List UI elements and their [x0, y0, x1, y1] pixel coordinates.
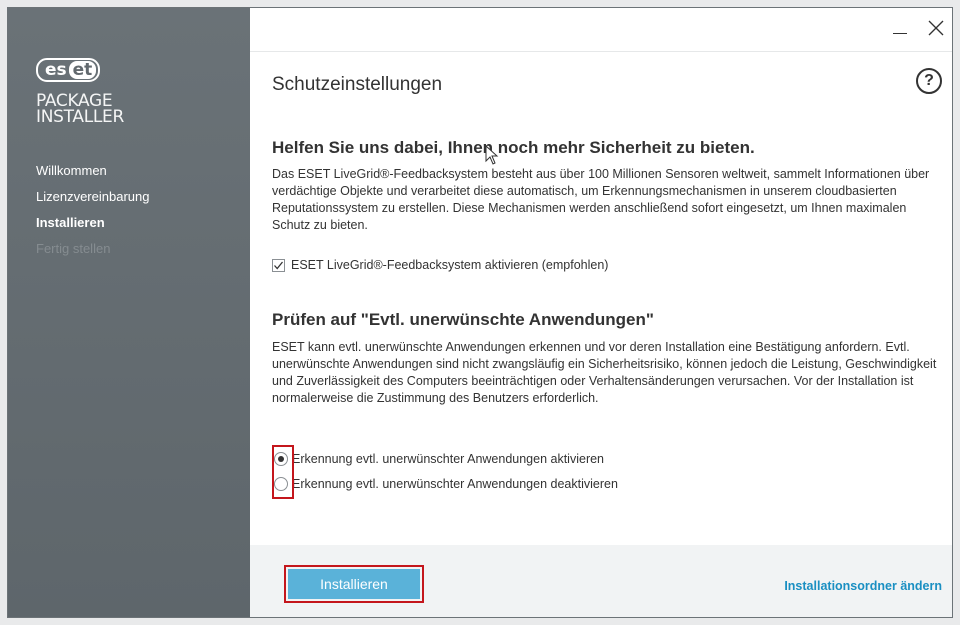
screen-background: es et PACKAGE INSTALLER Willkommen Lizen… — [0, 0, 960, 625]
titlebar-divider — [250, 51, 952, 52]
radio-highlight-box — [272, 445, 294, 499]
product-name-line2: INSTALLER — [36, 107, 125, 127]
livegrid-checkbox-label[interactable]: ESET LiveGrid®-Feedbacksystem aktivieren… — [291, 258, 608, 272]
checkmark-icon — [274, 261, 284, 269]
install-button-highlight: Installieren — [284, 565, 424, 603]
mouse-cursor-icon — [485, 145, 499, 165]
main-panel: Schutzeinstellungen ? Helfen Sie uns dab… — [250, 8, 952, 617]
help-icon[interactable]: ? — [916, 68, 942, 94]
sidebar-item-willkommen: Willkommen — [36, 163, 107, 178]
minimize-button[interactable] — [882, 8, 918, 46]
close-icon — [928, 20, 944, 36]
logo-badge: es et — [36, 58, 101, 82]
sidebar-item-lizenzvereinbarung: Lizenzvereinbarung — [36, 189, 150, 204]
eset-logo: es et PACKAGE INSTALLER — [36, 58, 125, 127]
pua-disable-label[interactable]: Erkennung evtl. unerwünschter Anwendunge… — [292, 477, 618, 491]
pua-option-enable[interactable]: Erkennung evtl. unerwünschter Anwendunge… — [274, 452, 604, 466]
step-navigation: Willkommen Lizenzvereinbarung Installier… — [36, 158, 149, 262]
installer-window: es et PACKAGE INSTALLER Willkommen Lizen… — [7, 7, 953, 618]
sidebar-item-fertig-stellen: Fertig stellen — [36, 241, 111, 256]
pua-heading: Prüfen auf "Evtl. unerwünschte Anwendung… — [272, 310, 654, 329]
livegrid-heading: Helfen Sie uns dabei, Ihnen noch mehr Si… — [272, 138, 755, 157]
page-title: Schutzeinstellungen — [272, 74, 443, 95]
logo-text-part2: et — [68, 61, 97, 79]
sidebar-item-installieren: Installieren — [36, 215, 105, 230]
pua-enable-label[interactable]: Erkennung evtl. unerwünschter Anwendunge… — [292, 452, 604, 466]
sidebar: es et PACKAGE INSTALLER Willkommen Lizen… — [8, 8, 250, 617]
close-button[interactable] — [918, 8, 952, 46]
footer-bar: Installieren Installationsordner ändern — [250, 545, 952, 617]
window-controls — [882, 8, 952, 46]
livegrid-description: Das ESET LiveGrid®-Feedbacksystem besteh… — [272, 167, 930, 232]
logo-text-part1: es — [45, 60, 67, 80]
livegrid-option[interactable]: ESET LiveGrid®-Feedbacksystem aktivieren… — [272, 258, 608, 272]
install-button[interactable]: Installieren — [288, 569, 420, 599]
pua-description: ESET kann evtl. unerwünschte Anwendungen… — [272, 340, 937, 405]
livegrid-checkbox[interactable] — [272, 258, 285, 272]
change-install-folder-link[interactable]: Installationsordner ändern — [784, 579, 942, 593]
pua-option-disable[interactable]: Erkennung evtl. unerwünschter Anwendunge… — [274, 477, 618, 491]
